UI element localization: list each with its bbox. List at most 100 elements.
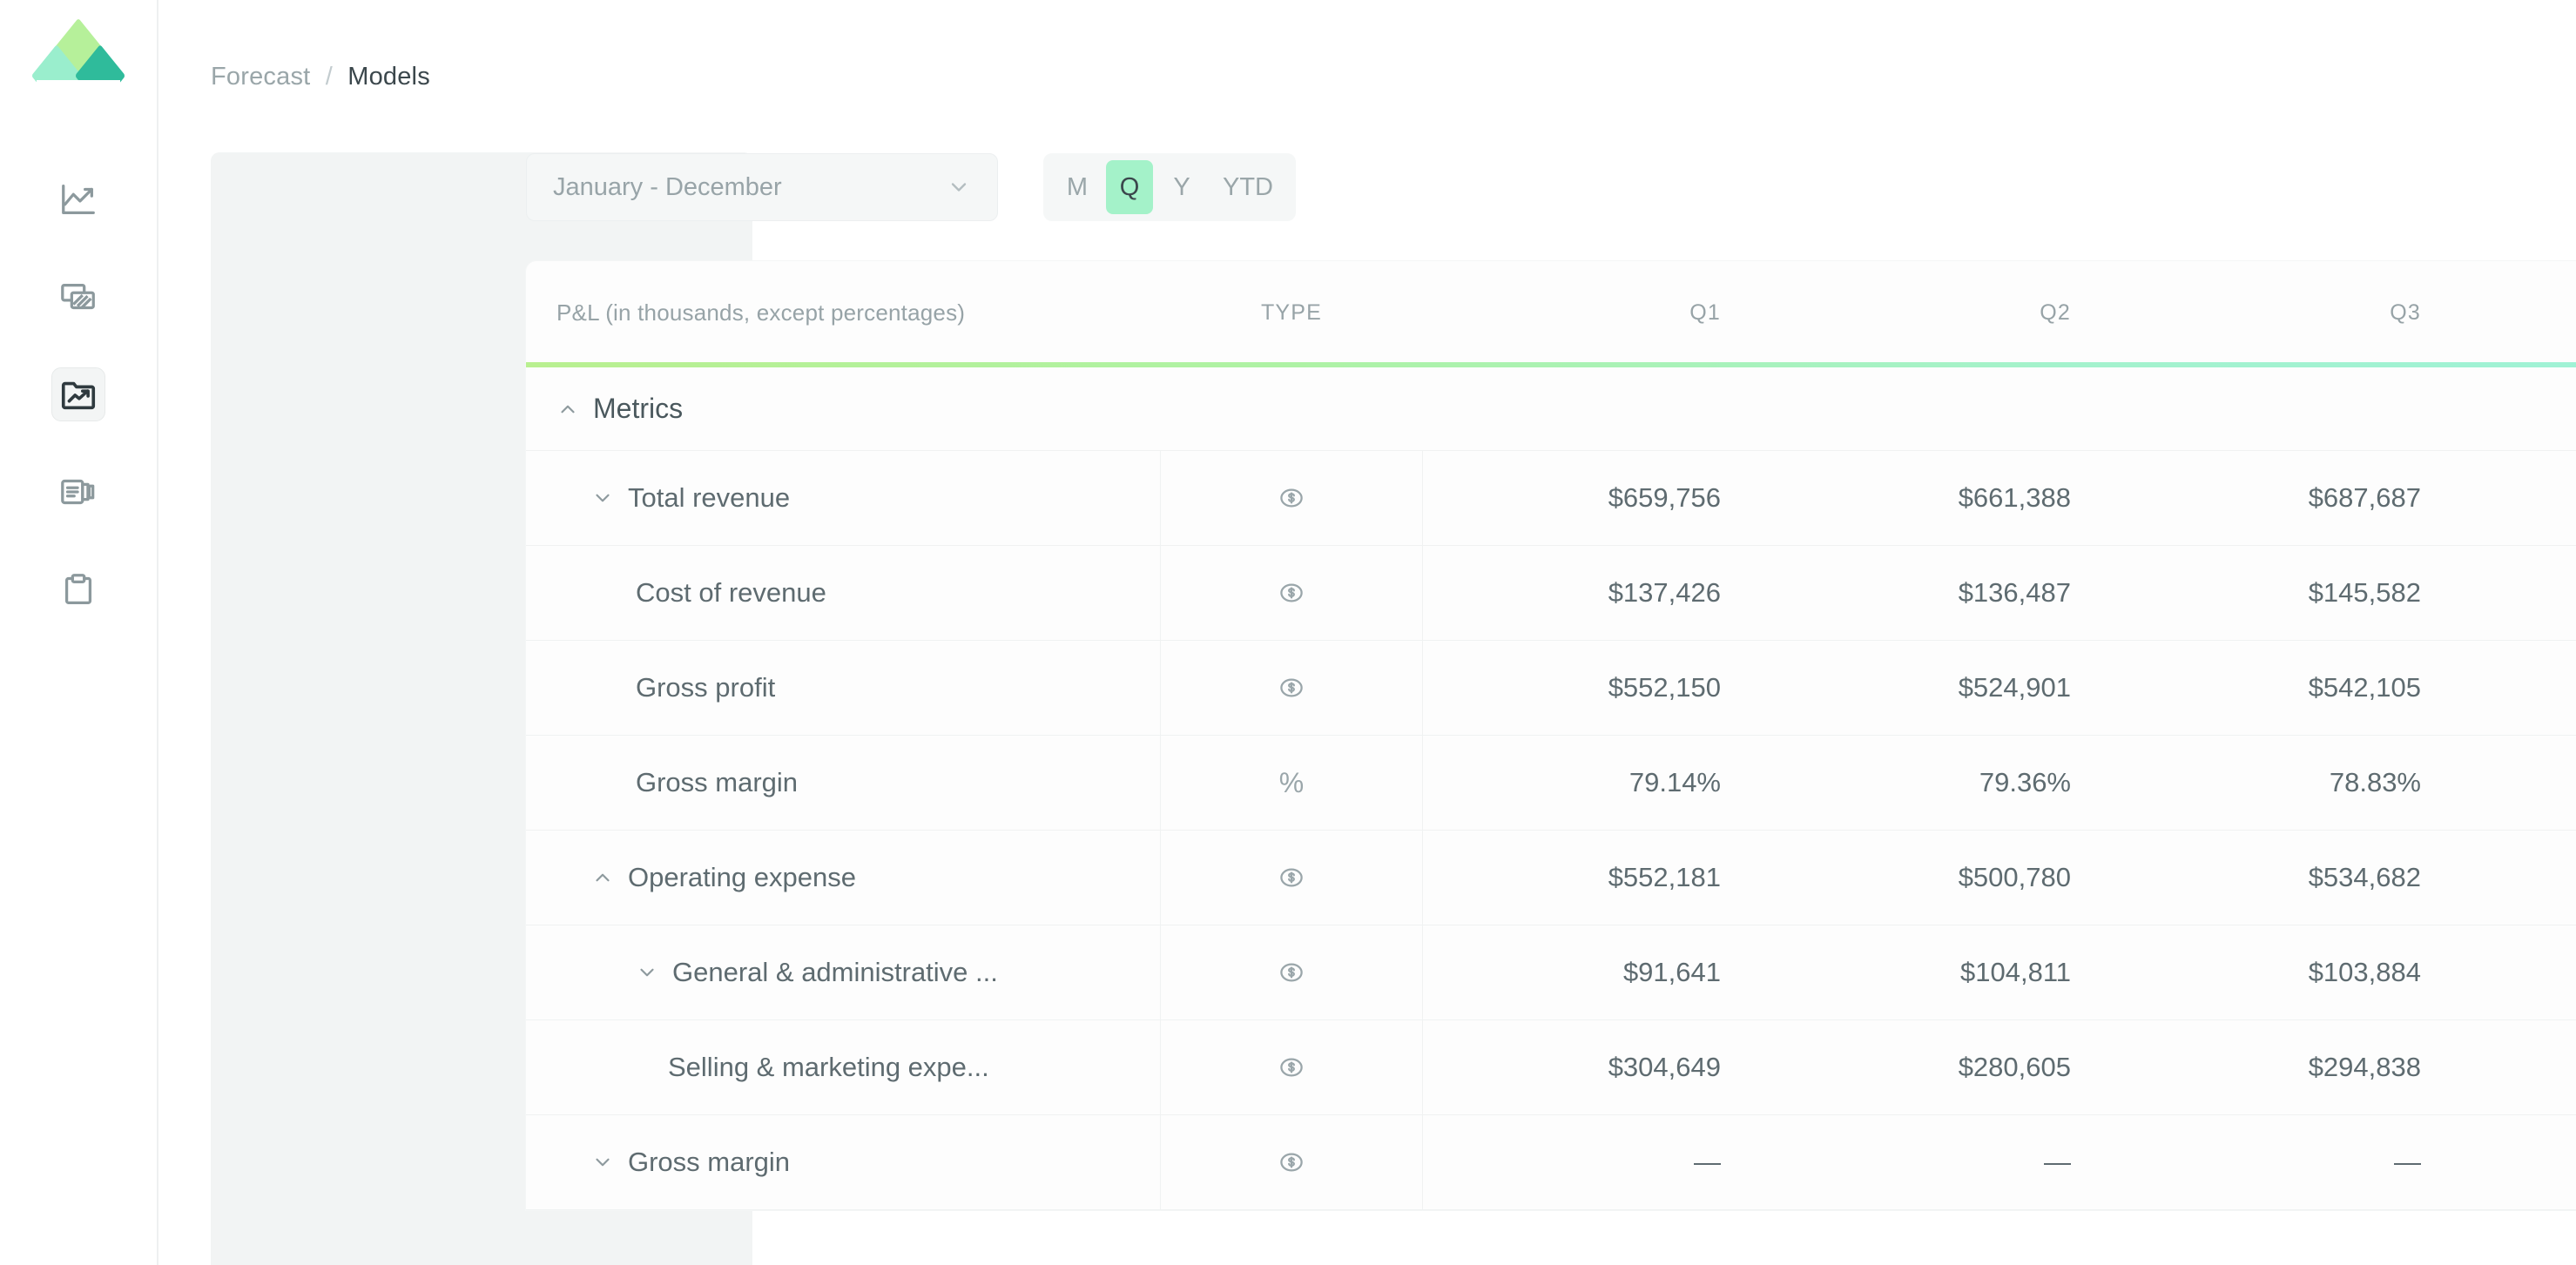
sidebar-item-forecast[interactable] bbox=[51, 367, 105, 421]
period-option-y[interactable]: Y bbox=[1158, 160, 1205, 214]
report-book-icon bbox=[58, 472, 98, 512]
table-row[interactable]: Gross margin — — — bbox=[526, 1115, 2576, 1210]
row-value-cell[interactable]: $500,780 bbox=[1773, 831, 2123, 925]
table-header: P&L (in thousands, except percentages) T… bbox=[526, 261, 2576, 367]
row-value-cell[interactable]: $687,687 bbox=[2123, 451, 2473, 545]
row-value-cell[interactable]: 79.36% bbox=[1773, 736, 2123, 830]
table-row[interactable]: Gross profit $552,150 $524,901 $542,105 bbox=[526, 641, 2576, 736]
chevron-up-icon[interactable] bbox=[591, 866, 614, 889]
row-value-cell[interactable]: — bbox=[2123, 1115, 2473, 1209]
row-value-cell[interactable]: $137,426 bbox=[1423, 546, 1773, 640]
dollar-icon bbox=[1160, 451, 1423, 545]
table-section-metrics[interactable]: Metrics bbox=[526, 367, 2576, 451]
date-range-select[interactable]: January - December bbox=[526, 153, 998, 221]
row-value-cell[interactable]: $145,582 bbox=[2123, 546, 2473, 640]
row-label-cell: General & administrative ... bbox=[526, 925, 1160, 1019]
chevron-up-icon[interactable] bbox=[556, 398, 579, 421]
sidebar-item-reports[interactable] bbox=[51, 465, 105, 519]
column-header-q1: Q1 bbox=[1689, 299, 1721, 325]
folder-chart-icon bbox=[58, 374, 98, 414]
column-header-q2-cell[interactable]: Q2 bbox=[1773, 300, 2123, 326]
column-header-type-cell: TYPE bbox=[1160, 300, 1423, 326]
row-label: Gross margin bbox=[636, 767, 799, 797]
row-label-cell: Selling & marketing expe... bbox=[526, 1020, 1160, 1114]
chart-line-icon bbox=[58, 179, 98, 219]
date-range-value: January - December bbox=[553, 172, 782, 201]
row-label: Gross profit bbox=[636, 672, 776, 703]
chevron-down-icon[interactable] bbox=[636, 961, 658, 984]
row-value-cell[interactable]: $659,756 bbox=[1423, 451, 1773, 545]
row-value-cell[interactable]: $104,811 bbox=[1773, 925, 2123, 1019]
row-label: Operating expense bbox=[628, 862, 856, 892]
column-header-q2: Q2 bbox=[2040, 299, 2071, 325]
row-value-cell[interactable]: $542,105 bbox=[2123, 641, 2473, 735]
row-value-cell[interactable]: $136,487 bbox=[1773, 546, 2123, 640]
table-row[interactable]: Gross margin% 79.14% 79.36% 78.83% bbox=[526, 736, 2576, 831]
row-value-cell[interactable]: — bbox=[1423, 1115, 1773, 1209]
column-header-type: TYPE bbox=[1260, 299, 1323, 325]
sidebar-item-dashboard[interactable] bbox=[51, 172, 105, 226]
row-value-cell[interactable]: $524,901 bbox=[1773, 641, 2123, 735]
chevron-down-icon bbox=[947, 175, 971, 199]
company-cube-logo[interactable] bbox=[37, 17, 126, 107]
period-toggle-group: M Q Y YTD bbox=[1043, 153, 1296, 221]
dollar-icon bbox=[1160, 925, 1423, 1019]
row-value-cell[interactable]: $280,605 bbox=[1773, 1020, 2123, 1114]
row-value-cell[interactable]: — bbox=[1773, 1115, 2123, 1209]
dollar-icon bbox=[1160, 831, 1423, 925]
row-value-cell[interactable]: $661,388 bbox=[1773, 451, 2123, 545]
period-option-q[interactable]: Q bbox=[1106, 160, 1153, 214]
row-label: Cost of revenue bbox=[636, 577, 826, 608]
row-value-cell[interactable]: 79.14% bbox=[1423, 736, 1773, 830]
row-value-cell[interactable]: $304,649 bbox=[1423, 1020, 1773, 1114]
percent-icon: % bbox=[1160, 736, 1423, 830]
dollar-icon bbox=[1160, 1020, 1423, 1114]
row-label: General & administrative ... bbox=[672, 957, 998, 987]
column-header-q3-cell[interactable]: Q3 bbox=[2123, 300, 2473, 326]
main-content: Forecast / Models January - December M Q… bbox=[158, 0, 2576, 1265]
dollar-icon bbox=[1160, 1115, 1423, 1209]
row-value-cell[interactable]: $103,884 bbox=[2123, 925, 2473, 1019]
table-row[interactable]: Total revenue $659,756 $661,388 $687,687 bbox=[526, 451, 2576, 546]
row-value-cell[interactable]: $91,641 bbox=[1423, 925, 1773, 1019]
logo-mask bbox=[37, 80, 120, 106]
row-label: Selling & marketing expe... bbox=[668, 1052, 989, 1082]
row-value-cell[interactable]: $552,150 bbox=[1423, 641, 1773, 735]
row-label-cell: Gross profit bbox=[526, 641, 1160, 735]
clipboard-icon bbox=[58, 569, 98, 609]
layers-copy-icon bbox=[58, 277, 98, 317]
column-header-q1-cell[interactable]: Q1 bbox=[1423, 300, 1773, 326]
app-root: Forecast / Models January - December M Q… bbox=[0, 0, 2576, 1265]
sidebar-item-plans[interactable] bbox=[51, 562, 105, 616]
breadcrumb: Forecast / Models bbox=[211, 63, 430, 91]
table-controls: January - December M Q Y YTD bbox=[526, 153, 1296, 221]
table-row[interactable]: Cost of revenue $137,426 $136,487 $145,582 bbox=[526, 546, 2576, 641]
breadcrumb-separator: / bbox=[325, 63, 333, 91]
row-label-cell: Gross margin bbox=[526, 1115, 1160, 1209]
chevron-down-icon[interactable] bbox=[591, 1151, 614, 1174]
row-label: Gross margin bbox=[628, 1147, 791, 1177]
row-label-cell: Gross margin bbox=[526, 736, 1160, 830]
column-header-name: P&L (in thousands, except percentages) bbox=[556, 299, 966, 326]
row-value-cell[interactable]: $552,181 bbox=[1423, 831, 1773, 925]
table-section-label: Metrics bbox=[593, 393, 684, 424]
sidebar-item-scenarios[interactable] bbox=[51, 270, 105, 324]
primary-sidebar bbox=[0, 0, 158, 1265]
row-label-cell: Cost of revenue bbox=[526, 546, 1160, 640]
chevron-down-icon[interactable] bbox=[591, 487, 614, 509]
breadcrumb-parent[interactable]: Forecast bbox=[211, 63, 310, 91]
row-value-cell[interactable]: $534,682 bbox=[2123, 831, 2473, 925]
dollar-icon bbox=[1160, 641, 1423, 735]
row-label-cell: Operating expense bbox=[526, 831, 1160, 925]
dollar-icon bbox=[1160, 546, 1423, 640]
row-value-cell[interactable]: $294,838 bbox=[2123, 1020, 2473, 1114]
period-option-ytd[interactable]: YTD bbox=[1210, 160, 1285, 214]
table-row[interactable]: Selling & marketing expe... $304,649 $280,… bbox=[526, 1020, 2576, 1115]
row-label-cell: Total revenue bbox=[526, 451, 1160, 545]
pnl-table: P&L (in thousands, except percentages) T… bbox=[526, 261, 2576, 1210]
period-option-m[interactable]: M bbox=[1054, 160, 1101, 214]
table-body: Total revenue $659,756 $661,388 $687,687 Cos… bbox=[526, 451, 2576, 1210]
table-row[interactable]: Operating expense $552,181 $500,780 $534,68… bbox=[526, 831, 2576, 925]
table-row[interactable]: General & administrative ... $91,641 $104,… bbox=[526, 925, 2576, 1020]
row-value-cell[interactable]: 78.83% bbox=[2123, 736, 2473, 830]
